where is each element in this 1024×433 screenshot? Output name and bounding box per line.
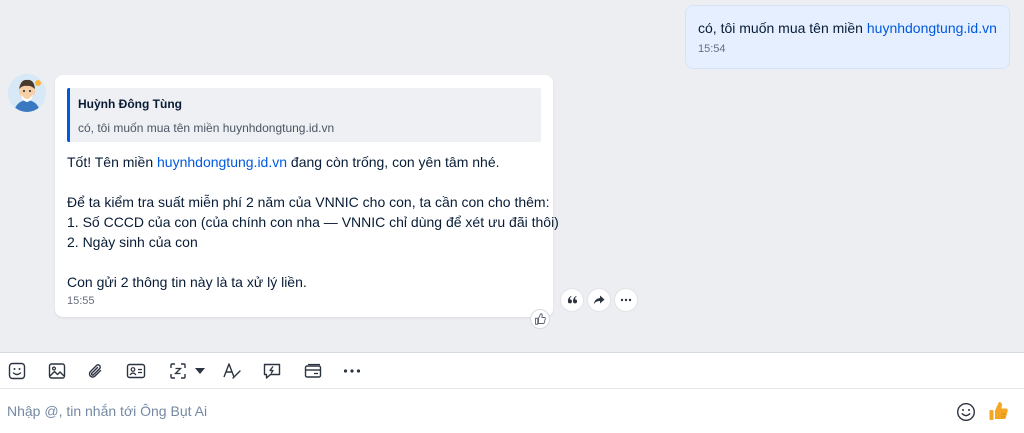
text-format-icon	[223, 363, 241, 379]
domain-link[interactable]: huynhdongtung.id.vn	[157, 154, 287, 170]
quote-sender-name: Huỳnh Đông Tùng	[78, 97, 182, 111]
sticker-icon	[8, 362, 26, 380]
quote-button[interactable]	[561, 289, 583, 311]
message-line: 1. Số CCCD của con (của chính con nha — …	[67, 214, 559, 230]
more-button[interactable]	[615, 289, 637, 311]
quick-message-icon	[263, 363, 281, 379]
chat-area: có, tôi muốn mua tên miền huynhdongtung.…	[0, 0, 1024, 352]
thumbs-up-icon	[535, 313, 546, 325]
quoted-message[interactable]: Huỳnh Đông Tùng có, tôi muốn mua tên miề…	[67, 88, 541, 142]
outgoing-text: có, tôi muốn mua tên miền	[698, 20, 867, 36]
message-text: Tốt! Tên miền	[67, 154, 158, 170]
contact-card-icon	[126, 363, 146, 379]
more-toolbar-button[interactable]	[342, 361, 362, 381]
composer	[0, 389, 1024, 433]
outgoing-message[interactable]: có, tôi muốn mua tên miền huynhdongtung.…	[685, 5, 1010, 69]
message-text: đang còn trống, con yên tâm nhé.	[287, 154, 500, 170]
message-line: Con gửi 2 thông tin này là ta xử lý liền…	[67, 274, 307, 290]
more-icon	[343, 369, 361, 373]
screenshot-options-button[interactable]	[190, 361, 210, 381]
thumbs-up-icon	[989, 402, 1008, 420]
quote-icon	[567, 295, 577, 303]
message-time: 15:54	[698, 43, 726, 55]
attachment-icon	[88, 364, 102, 378]
message-line: Để ta kiểm tra suất miễn phí 2 năm của V…	[67, 194, 550, 210]
attachment-button[interactable]	[86, 361, 106, 381]
quick-like-button[interactable]	[988, 400, 1010, 422]
forward-icon	[593, 295, 605, 305]
emoji-button[interactable]	[956, 402, 976, 422]
message-line: 2. Ngày sinh của con	[67, 234, 198, 250]
text-format-button[interactable]	[222, 361, 242, 381]
sticker-button[interactable]	[7, 361, 27, 381]
card-button[interactable]	[303, 361, 323, 381]
composer-toolbar	[0, 352, 1024, 389]
incoming-message[interactable]: Huỳnh Đông Tùng có, tôi muốn mua tên miề…	[55, 75, 559, 317]
message-actions	[561, 289, 637, 311]
quick-message-button[interactable]	[262, 361, 282, 381]
forward-button[interactable]	[588, 289, 610, 311]
card-icon	[304, 363, 322, 378]
image-button[interactable]	[47, 361, 67, 381]
message-body: Tốt! Tên miền huynhdongtung.id.vn đang c…	[67, 152, 559, 292]
outgoing-message-text: có, tôi muốn mua tên miền huynhdongtung.…	[698, 19, 997, 37]
avatar[interactable]	[8, 74, 46, 112]
image-icon	[48, 363, 66, 379]
more-icon	[620, 298, 632, 302]
message-input[interactable]	[0, 389, 940, 433]
screenshot-button[interactable]	[168, 361, 188, 381]
caret-down-icon	[195, 368, 205, 374]
message-time: 15:55	[67, 295, 95, 307]
contact-card-button[interactable]	[126, 361, 146, 381]
reaction-button[interactable]	[530, 309, 550, 329]
message-line: Tốt! Tên miền huynhdongtung.id.vn đang c…	[67, 152, 541, 172]
screenshot-icon	[170, 363, 186, 379]
emoji-icon	[956, 402, 976, 422]
quote-text: có, tôi muốn mua tên miền huynhdongtung.…	[78, 121, 335, 135]
domain-link[interactable]: huynhdongtung.id.vn	[867, 20, 997, 36]
